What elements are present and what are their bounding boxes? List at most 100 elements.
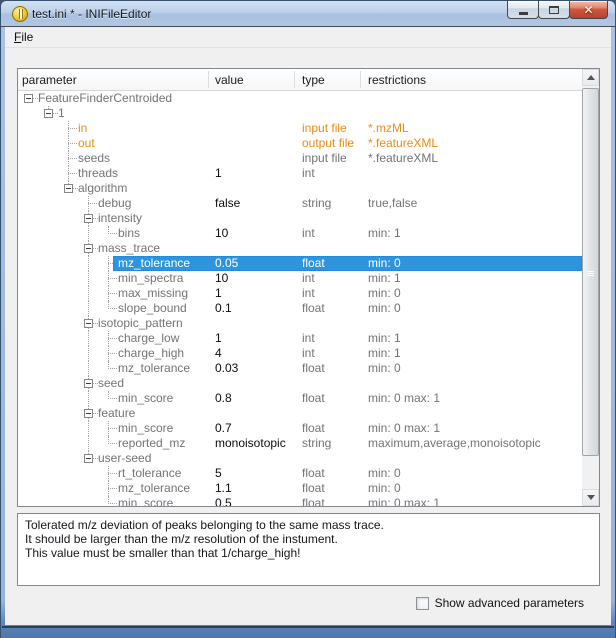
param-value: 5 [215, 466, 222, 481]
table-row[interactable]: charge_high4intmin: 1 [18, 346, 582, 361]
menu-file[interactable]: File [5, 27, 40, 47]
param-type: int [302, 286, 315, 301]
table-row[interactable]: min_score0.8floatmin: 0 max: 1 [18, 391, 582, 406]
column-divider[interactable] [208, 71, 209, 88]
table-row[interactable]: threads 1 int [18, 166, 582, 181]
param-name: user-seed [98, 451, 151, 466]
param-type: input file [302, 121, 347, 136]
table-row[interactable]: seed [18, 376, 582, 391]
param-name: isotopic_pattern [98, 316, 183, 331]
param-type: float [302, 481, 325, 496]
param-name: threads [78, 166, 118, 181]
table-row[interactable]: reported_mzmonoisotopicstringmaximum,ave… [18, 436, 582, 451]
table-row[interactable]: algorithm [18, 181, 582, 196]
param-restrictions: min: 1 [368, 271, 401, 286]
column-divider[interactable] [294, 71, 295, 88]
param-tree-rows: FeatureFinderCentroided1ininput file*.mz… [18, 91, 582, 506]
scroll-up-icon [587, 75, 595, 80]
show-advanced-label[interactable]: Show advanced parameters [435, 596, 584, 610]
column-header-restrictions[interactable]: restrictions [368, 73, 426, 87]
tree-collapse-icon[interactable] [84, 244, 93, 253]
column-header-value[interactable]: value [215, 73, 244, 87]
param-value: 0.1 [215, 301, 232, 316]
table-row[interactable]: debugfalsestringtrue,false [18, 196, 582, 211]
show-advanced-checkbox[interactable] [416, 597, 429, 610]
table-row[interactable]: mz_tolerance0.05floatmin: 0 [18, 256, 582, 271]
vertical-scrollbar[interactable] [582, 69, 599, 506]
table-row[interactable]: rt_tolerance5floatmin: 0 [18, 466, 582, 481]
param-name: intensity [98, 211, 142, 226]
param-type: float [302, 301, 325, 316]
table-row[interactable]: mz_tolerance0.03floatmin: 0 [18, 361, 582, 376]
table-row[interactable]: intensity [18, 211, 582, 226]
minimize-icon [519, 12, 528, 15]
table-row[interactable]: slope_bound0.1floatmin: 0 [18, 301, 582, 316]
param-value: 1 [215, 166, 222, 181]
column-header-parameter[interactable]: parameter [22, 73, 77, 87]
param-restrictions: min: 0 max: 1 [368, 391, 440, 406]
table-row[interactable]: mass_trace [18, 241, 582, 256]
param-type: int [302, 226, 315, 241]
param-type: output file [302, 136, 354, 151]
param-value: 0.03 [215, 361, 238, 376]
tree-collapse-icon[interactable] [44, 109, 53, 118]
table-row[interactable]: FeatureFinderCentroided [18, 91, 582, 106]
param-restrictions: min: 1 [368, 226, 401, 241]
table-row[interactable]: user-seed [18, 451, 582, 466]
column-divider[interactable] [360, 71, 361, 88]
table-row[interactable]: min_score0.7floatmin: 0 max: 1 [18, 421, 582, 436]
inifileeditor-window: test.ini * - INIFileEditor ✕ File parame… [0, 0, 616, 638]
table-row[interactable]: charge_low1intmin: 1 [18, 331, 582, 346]
table-row[interactable]: isotopic_pattern [18, 316, 582, 331]
param-type: int [302, 346, 315, 361]
scroll-down-button[interactable] [582, 489, 599, 506]
tree-collapse-icon[interactable] [84, 409, 93, 418]
table-row[interactable]: outoutput file*.featureXML [18, 136, 582, 151]
table-row[interactable]: feature [18, 406, 582, 421]
param-name: rt_tolerance [118, 466, 181, 481]
tree-collapse-icon[interactable] [84, 319, 93, 328]
table-row[interactable]: min_score0.5floatmin: 0 max: 1 [18, 496, 582, 506]
table-row[interactable]: ininput file*.mzML [18, 121, 582, 136]
minimize-button[interactable] [507, 1, 539, 19]
param-name: min_spectra [118, 271, 183, 286]
table-row[interactable]: 1 [18, 106, 582, 121]
param-name: reported_mz [118, 436, 185, 451]
param-name: min_score [118, 496, 173, 506]
table-row[interactable]: seedsinput file*.featureXML [18, 151, 582, 166]
tree-collapse-icon[interactable] [64, 184, 73, 193]
param-name: min_score [118, 391, 173, 406]
tree-collapse-icon[interactable] [24, 94, 33, 103]
param-type: string [302, 196, 331, 211]
table-row[interactable]: max_missing1intmin: 0 [18, 286, 582, 301]
tree-collapse-icon[interactable] [84, 214, 93, 223]
param-name: charge_low [118, 331, 179, 346]
tree-collapse-icon[interactable] [84, 454, 93, 463]
table-row[interactable]: min_spectra10intmin: 1 [18, 271, 582, 286]
tree-collapse-icon[interactable] [84, 379, 93, 388]
table-row[interactable]: bins10intmin: 1 [18, 226, 582, 241]
param-type: int [302, 331, 315, 346]
scrollbar-thumb[interactable] [582, 88, 599, 456]
menu-bar: File [5, 27, 611, 48]
column-header-type[interactable]: type [302, 73, 325, 87]
param-name: seeds [78, 151, 110, 166]
param-value: 1.1 [215, 481, 232, 496]
scroll-up-button[interactable] [582, 69, 599, 86]
param-name: in [78, 121, 87, 136]
param-restrictions: min: 0 [368, 466, 401, 481]
close-button[interactable]: ✕ [569, 1, 608, 19]
param-value: 0.8 [215, 391, 232, 406]
param-restrictions: min: 0 [368, 286, 401, 301]
param-type: int [302, 166, 315, 181]
param-name: FeatureFinderCentroided [38, 91, 172, 106]
table-row[interactable]: mz_tolerance1.1floatmin: 0 [18, 481, 582, 496]
maximize-button[interactable] [538, 1, 570, 19]
param-restrictions: min: 0 [368, 301, 401, 316]
param-value: 10 [215, 271, 228, 286]
window-controls: ✕ [508, 1, 608, 19]
param-restrictions: true,false [368, 196, 417, 211]
maximize-icon [549, 6, 559, 14]
window-title: test.ini * - INIFileEditor [32, 7, 151, 21]
param-type: input file [302, 151, 347, 166]
